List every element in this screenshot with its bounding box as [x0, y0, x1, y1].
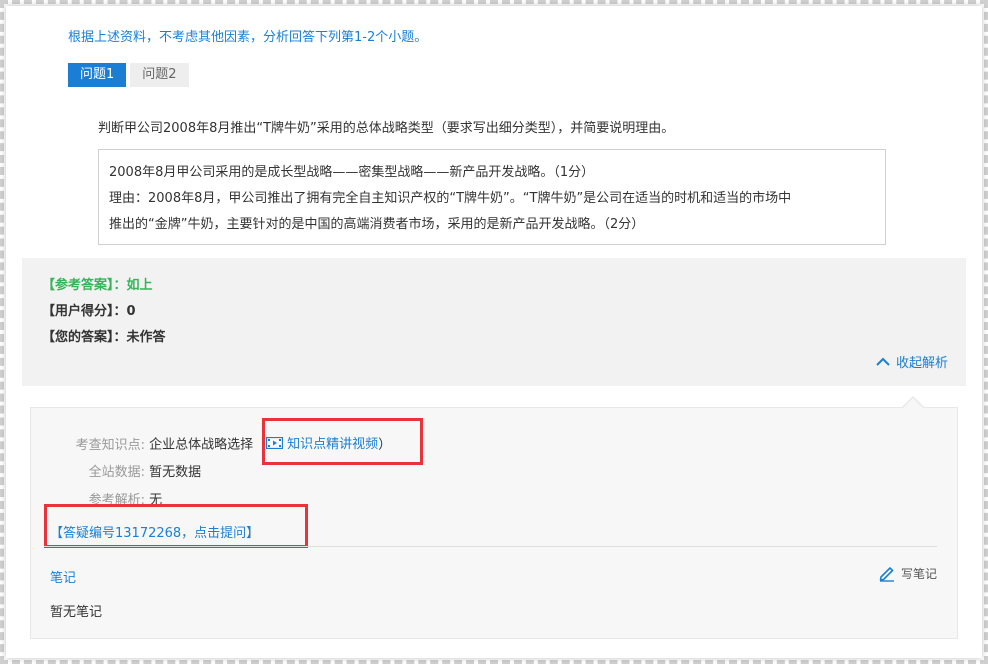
tab-question-1[interactable]: 问题1 [68, 63, 127, 87]
write-note-label: 写笔记 [901, 566, 938, 581]
highlight-box-video [262, 418, 423, 465]
question-tabs: 问题1 问题2 [68, 63, 189, 87]
knowledge-point-value: 企业总体战略选择 [149, 437, 254, 453]
instruction-text: 根据上述资料，不考虑其他因素，分析回答下列第1-2个小题。 [68, 30, 428, 45]
collapse-label: 收起解析 [895, 356, 948, 371]
panel-pointer-inner [903, 398, 923, 408]
question-text: 判断甲公司2008年8月推出“T牌牛奶”采用的总体战略类型（要求写出细分类型），… [98, 121, 675, 136]
answer-line: 推出的“金牌”牛奶，主要针对的是中国的高端消费者市场，采用的是新产品开发战略。（… [109, 217, 645, 232]
site-data-key: 全站数据: [88, 465, 145, 480]
pencil-icon [879, 567, 894, 582]
write-note-button[interactable]: 写笔记 [878, 564, 937, 582]
answer-line: 理由：2008年8月，甲公司推出了拥有完全自主知识产权的“T牌牛奶”。“T牌牛奶… [109, 191, 792, 206]
tab-question-2[interactable]: 问题2 [130, 63, 189, 87]
reference-panel: 【参考答案】：如上 【用户得分】：0 【您的答案】：未作答 收起解析 [22, 258, 966, 386]
collapse-analysis-button[interactable]: 收起解析 [876, 352, 948, 371]
answer-box: 2008年8月甲公司采用的是成长型战略——密集型战略——新产品开发战略。（1分）… [98, 149, 886, 245]
divider [44, 546, 937, 547]
answer-line: 2008年8月甲公司采用的是成长型战略——密集型战略——新产品开发战略。（1分） [109, 165, 595, 180]
highlight-box-ask [44, 504, 308, 548]
reference-answer: 【参考答案】：如上 [42, 278, 153, 293]
site-data-row: 全站数据: 暂无数据 [0, 461, 202, 480]
chevron-up-icon [876, 357, 890, 366]
notes-title: 笔记 [50, 571, 77, 586]
no-notes-text: 暂无笔记 [50, 605, 103, 620]
your-answer: 【您的答案】：未作答 [42, 330, 166, 345]
site-data-value: 暂无数据 [149, 465, 202, 480]
user-score: 【用户得分】：0 [42, 304, 136, 319]
knowledge-point-key: 考查知识点: [75, 437, 145, 453]
